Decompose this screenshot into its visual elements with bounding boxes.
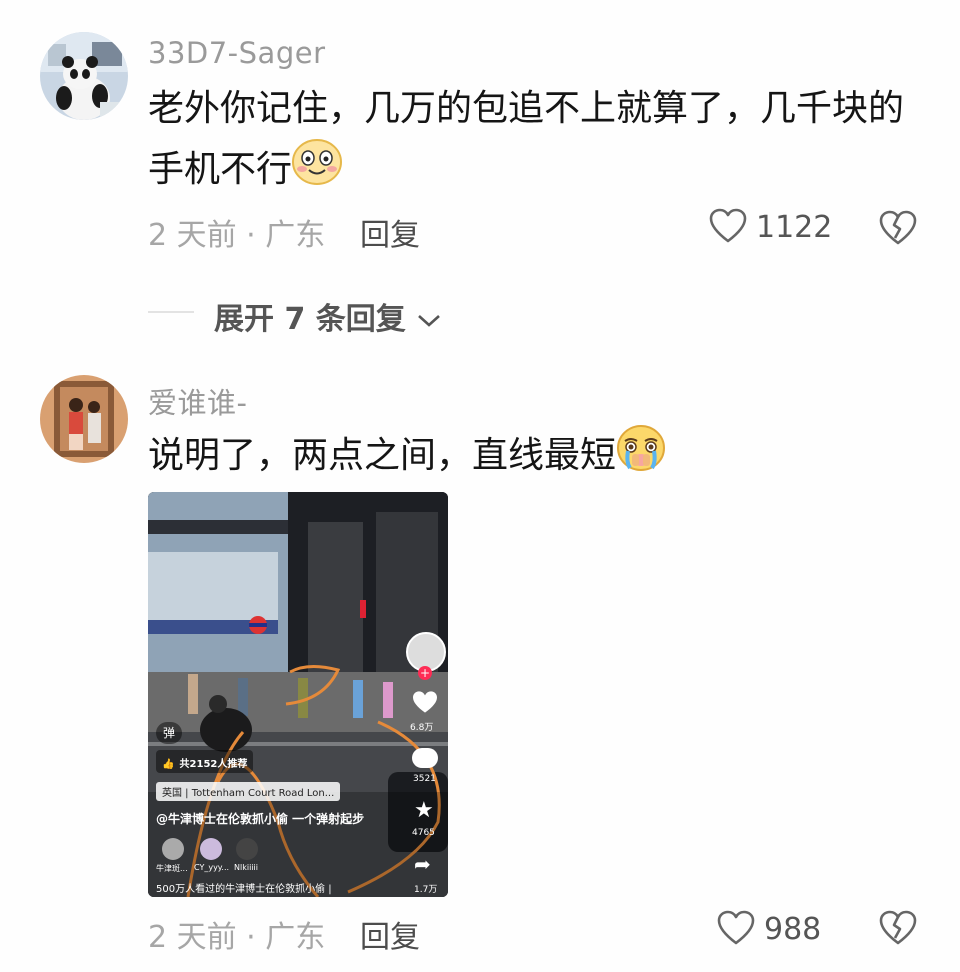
heart-icon xyxy=(709,208,747,243)
like-button[interactable] xyxy=(716,908,756,948)
thumbs-up-icon: 👍 xyxy=(162,759,175,770)
comment-text-line: 老外你记住，几万的包追不上就算了，几千块的 xyxy=(148,88,905,129)
like-count: 988 xyxy=(764,912,822,947)
heart-icon xyxy=(413,691,437,713)
expand-replies-label: 展开 7 条回复 xyxy=(214,302,406,337)
video-caption: @牛津博士在伦敦抓小偷 一个弹射起步 xyxy=(156,812,365,826)
heart-icon xyxy=(717,910,755,945)
chevron-down-icon xyxy=(418,314,441,327)
mirror-selfie-avatar-icon xyxy=(40,375,128,463)
video-thumbnail[interactable]: + 6.8万 3521 ★ 4765 ➦ 1.7万 弹 👍 共2152人推荐 英… xyxy=(148,492,448,897)
street-scene-image xyxy=(148,492,448,897)
star-icon[interactable]: ★ xyxy=(414,798,434,823)
expand-divider xyxy=(148,311,194,313)
comment-username[interactable]: 33D7-Sager xyxy=(148,36,326,70)
like-count: 1122 xyxy=(756,210,833,245)
comment-time-location: 2 天前 · 广东 xyxy=(148,920,326,955)
grinning-face-emoji-icon xyxy=(292,138,343,204)
comment-time-location: 2 天前 · 广东 xyxy=(148,218,326,253)
comment-text: 老外你记住，几万的包追不上就算了，几千块的 手机不行 xyxy=(148,80,928,204)
avatar[interactable] xyxy=(40,375,128,463)
dislike-button[interactable] xyxy=(878,208,918,248)
like-button[interactable] xyxy=(708,206,748,246)
commenter-avatar[interactable] xyxy=(162,838,184,860)
crying-face-emoji-icon xyxy=(616,424,666,490)
avatar[interactable] xyxy=(40,32,128,120)
video-favorite-count: 4765 xyxy=(412,828,435,838)
dislike-button[interactable] xyxy=(878,908,918,948)
commenter-avatar[interactable] xyxy=(236,838,258,860)
danmu-toggle[interactable]: 弹 xyxy=(156,722,182,744)
reply-button[interactable]: 回复 xyxy=(360,912,420,956)
panda-avatar-icon xyxy=(40,32,128,120)
share-arrow-icon[interactable]: ➦ xyxy=(414,852,431,876)
broken-heart-icon xyxy=(879,210,917,245)
recommend-badge[interactable]: 👍 共2152人推荐 xyxy=(156,750,254,773)
reply-button[interactable]: 回复 xyxy=(360,210,420,254)
video-like-count: 6.8万 xyxy=(410,723,434,733)
recommend-badge-label: 共2152人推荐 xyxy=(179,759,248,770)
video-share-count: 1.7万 xyxy=(414,885,438,895)
video-like-button[interactable] xyxy=(411,690,439,718)
follow-plus-icon[interactable]: + xyxy=(418,666,432,680)
comment-text-line: 说明了，两点之间，直线最短 xyxy=(148,435,617,476)
commenter-name: CY_yyy... xyxy=(194,863,230,872)
comment-text-line: 手机不行 xyxy=(148,138,928,204)
comment-text: 说明了，两点之间，直线最短 xyxy=(148,424,928,490)
comment-bubble-icon[interactable] xyxy=(412,748,438,768)
commenter-avatar[interactable] xyxy=(200,838,222,860)
video-bottom-caption: 500万人看过的牛津博士在伦敦抓小偷 | xyxy=(156,884,332,895)
location-tag[interactable]: 英国 | Tottenham Court Road Lon... xyxy=(156,782,341,801)
broken-heart-icon xyxy=(879,910,917,945)
commenter-name: Nlkiiiii xyxy=(234,863,258,872)
comment-text-line2: 手机不行 xyxy=(148,149,293,190)
commenter-name: 牛津斑... xyxy=(156,864,188,873)
expand-replies-button[interactable]: 展开 7 条回复 xyxy=(214,294,442,338)
comment-username[interactable]: 爱谁谁- xyxy=(148,380,247,422)
video-comment-count: 3521 xyxy=(413,774,436,784)
